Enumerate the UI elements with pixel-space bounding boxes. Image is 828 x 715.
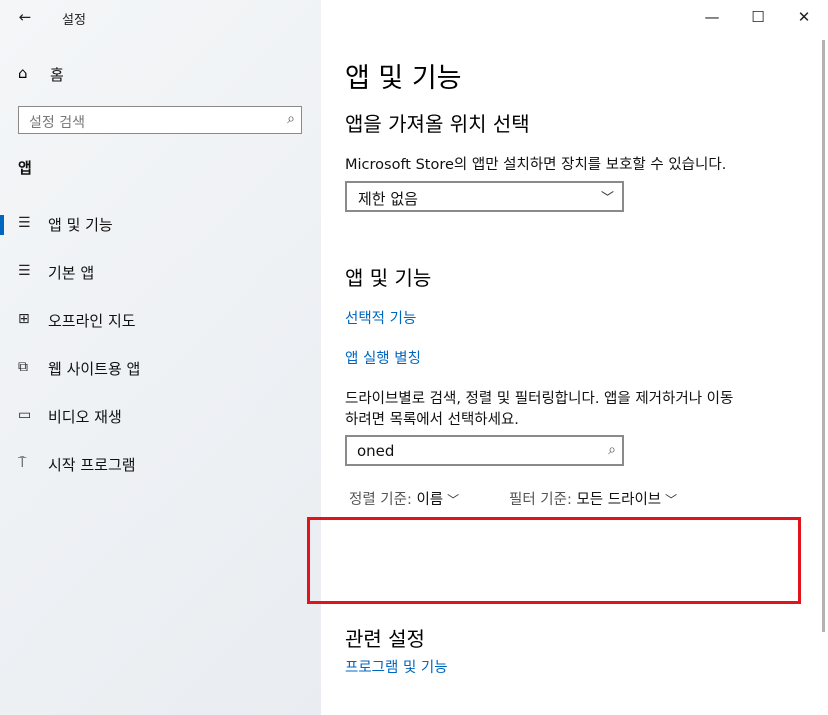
sidebar-section-title: 앱 bbox=[18, 159, 32, 177]
chevron-down-icon: ﹀ bbox=[447, 493, 460, 507]
list-icon: ☰ bbox=[18, 215, 31, 231]
default-apps-icon: ☰ bbox=[18, 263, 31, 279]
sidebar-item-label: 웹 사이트용 앱 bbox=[48, 360, 141, 378]
app-search-input[interactable]: oned ⌕ bbox=[345, 435, 624, 466]
sort-by-dropdown[interactable]: 정렬 기준: 이름 ﹀ bbox=[349, 488, 459, 509]
apps-description-line2: 하려면 목록에서 선택하세요. bbox=[345, 412, 519, 428]
sidebar-item-label: 비디오 재생 bbox=[48, 408, 122, 426]
highlight-box bbox=[307, 517, 801, 604]
sidebar-item-label: 앱 및 기능 bbox=[48, 216, 113, 234]
startup-icon: ⍑ bbox=[18, 455, 27, 471]
sidebar-item-offline-maps[interactable]: ⊞ 오프라인 지도 bbox=[0, 305, 321, 335]
sidebar-item-video-playback[interactable]: ▭ 비디오 재생 bbox=[0, 401, 321, 431]
active-indicator bbox=[0, 215, 4, 235]
apps-features-heading: 앱 및 기능 bbox=[345, 266, 432, 290]
home-icon: ⌂ bbox=[18, 64, 28, 82]
install-source-heading: 앱을 가져올 위치 선택 bbox=[345, 112, 530, 136]
sidebar: ← 설정 ⌂ 홈 설정 검색 ⌕ 앱 ☰ 앱 및 기능 ☰ 기본 앱 ⊞ 오프라… bbox=[0, 0, 321, 715]
sidebar-item-label: 기본 앱 bbox=[48, 264, 95, 282]
page-title: 앱 및 기능 bbox=[345, 63, 462, 94]
sidebar-item-apps-features[interactable]: ☰ 앱 및 기능 bbox=[0, 209, 321, 239]
sort-value: 이름 bbox=[416, 492, 444, 508]
sidebar-item-label: 오프라인 지도 bbox=[48, 312, 136, 330]
dropdown-value: 제한 없음 bbox=[358, 190, 418, 208]
close-icon[interactable]: ✕ bbox=[792, 6, 816, 28]
minimize-icon[interactable]: — bbox=[700, 6, 724, 28]
settings-search-input[interactable]: 설정 검색 ⌕ bbox=[18, 106, 302, 134]
filter-label: 필터 기준: bbox=[509, 492, 572, 508]
sidebar-item-apps-for-websites[interactable]: ⧉ 웹 사이트용 앱 bbox=[0, 353, 321, 383]
related-settings-heading: 관련 설정 bbox=[345, 627, 425, 651]
back-arrow-icon[interactable]: ← bbox=[14, 8, 36, 26]
video-icon: ▭ bbox=[18, 407, 32, 423]
search-icon[interactable]: ⌕ bbox=[608, 442, 616, 458]
main-content: 앱 및 기능 앱을 가져올 위치 선택 Microsoft Store의 앱만 … bbox=[321, 0, 828, 715]
install-source-description: Microsoft Store의 앱만 설치하면 장치를 보호할 수 있습니다. bbox=[345, 157, 727, 173]
home-label: 홈 bbox=[50, 66, 64, 84]
chevron-down-icon: ﹀ bbox=[665, 493, 678, 507]
window-title: 설정 bbox=[62, 13, 86, 28]
web-app-icon: ⧉ bbox=[18, 359, 28, 375]
maximize-icon[interactable]: ☐ bbox=[746, 6, 770, 28]
filter-by-dropdown[interactable]: 필터 기준: 모든 드라이브 ﹀ bbox=[509, 488, 677, 509]
app-search-value: oned bbox=[357, 442, 395, 460]
search-placeholder: 설정 검색 bbox=[29, 115, 85, 131]
settings-window: ← 설정 ⌂ 홈 설정 검색 ⌕ 앱 ☰ 앱 및 기능 ☰ 기본 앱 ⊞ 오프라… bbox=[0, 0, 828, 715]
programs-features-link[interactable]: 프로그램 및 기능 bbox=[345, 656, 448, 677]
search-icon[interactable]: ⌕ bbox=[287, 111, 295, 127]
sort-label: 정렬 기준: bbox=[349, 492, 412, 508]
scrollbar[interactable] bbox=[822, 40, 825, 632]
sidebar-item-default-apps[interactable]: ☰ 기본 앱 bbox=[0, 257, 321, 287]
sidebar-item-label: 시작 프로그램 bbox=[48, 456, 136, 474]
map-icon: ⊞ bbox=[18, 311, 30, 327]
apps-description-line1: 드라이브별로 검색, 정렬 및 필터링합니다. 앱을 제거하거나 이동 bbox=[345, 391, 734, 407]
install-source-dropdown[interactable]: 제한 없음 ﹀ bbox=[345, 181, 624, 212]
filter-value: 모든 드라이브 bbox=[576, 492, 662, 508]
app-execution-aliases-link[interactable]: 앱 실행 별칭 bbox=[345, 347, 421, 368]
sidebar-item-startup[interactable]: ⍑ 시작 프로그램 bbox=[0, 449, 321, 479]
optional-features-link[interactable]: 선택적 기능 bbox=[345, 307, 416, 328]
chevron-down-icon: ﹀ bbox=[600, 191, 614, 206]
